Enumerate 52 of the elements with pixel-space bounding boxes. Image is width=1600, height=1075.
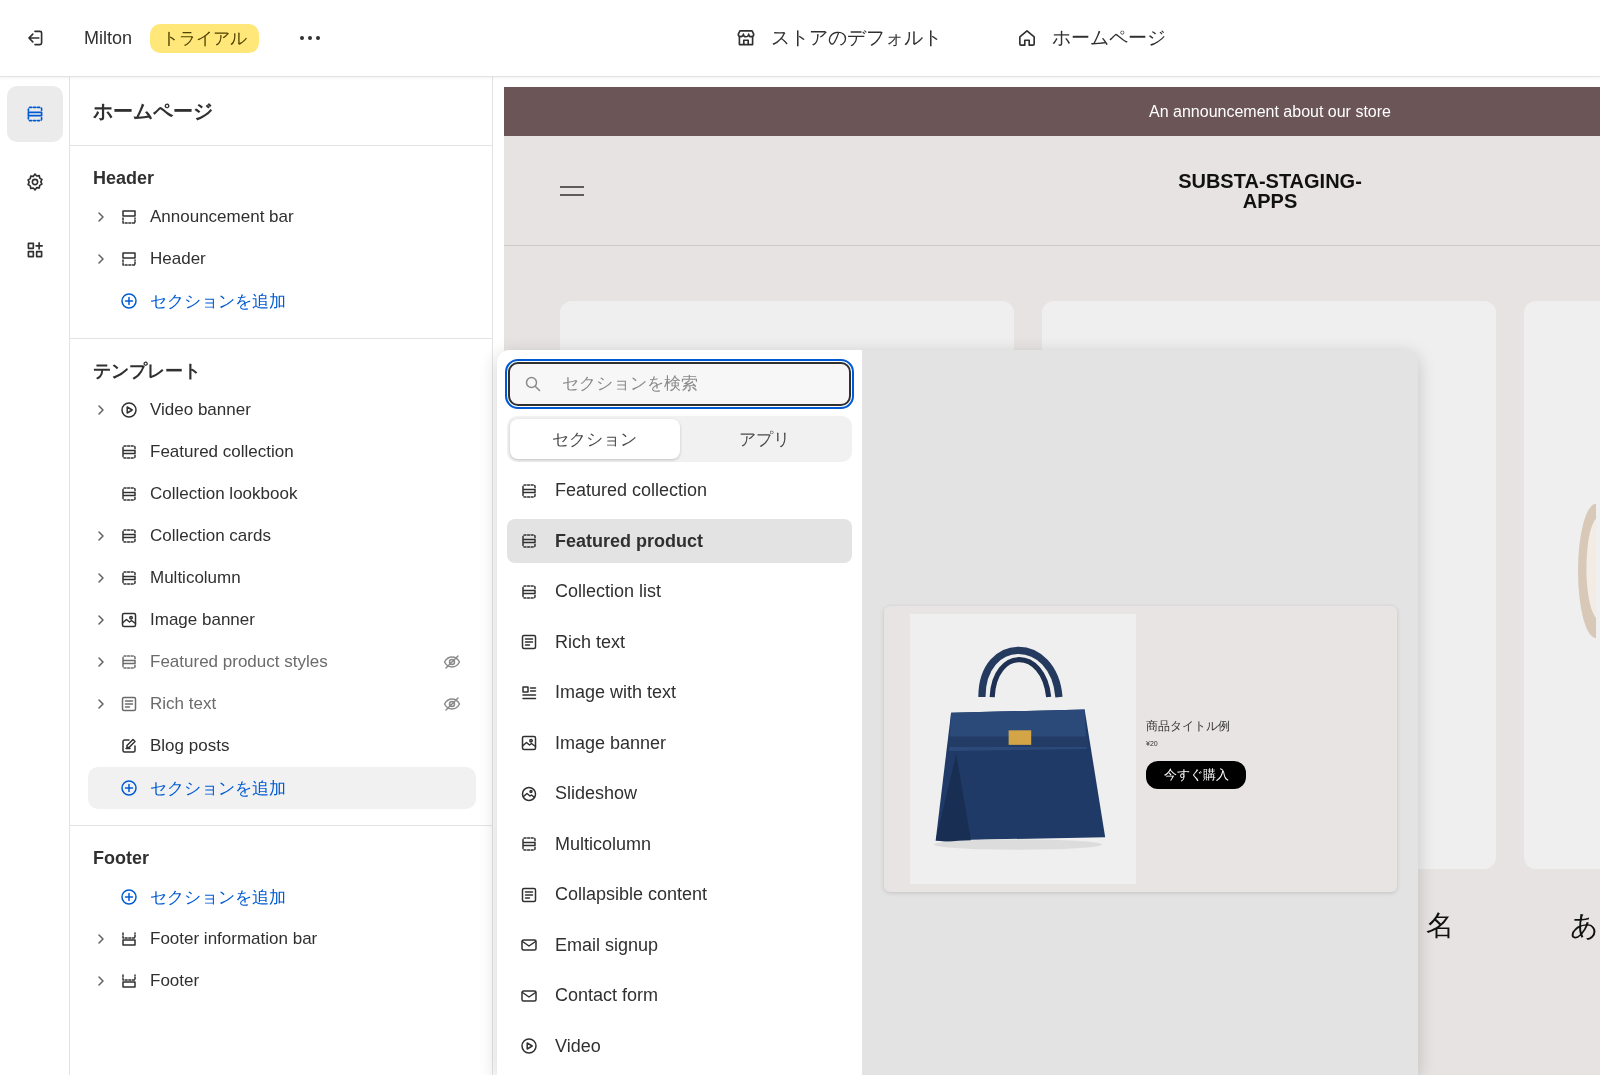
section-option[interactable]: Video: [507, 1024, 852, 1068]
section-item[interactable]: Featured product styles: [150, 652, 328, 672]
section-option[interactable]: Email signup: [507, 923, 852, 967]
section-option[interactable]: Image banner: [507, 721, 852, 765]
page-selector[interactable]: ホームページ: [1016, 25, 1166, 51]
section-option[interactable]: Multicolumn: [507, 822, 852, 866]
announcement-bar: An announcement about our store: [504, 87, 1600, 136]
section-option[interactable]: Image with text: [507, 670, 852, 715]
section-item[interactable]: Multicolumn: [150, 568, 241, 588]
buy-now-button[interactable]: 今すぐ購入: [1146, 761, 1246, 789]
section-option[interactable]: Rich text: [507, 620, 852, 664]
menu-icon[interactable]: [560, 185, 584, 196]
section-item[interactable]: Collection lookbook: [150, 484, 298, 504]
product-title: 商品タイトル例: [1146, 718, 1230, 735]
section-option[interactable]: Contact form: [507, 973, 852, 1018]
group-heading: テンプレート: [93, 360, 201, 383]
add-section-link[interactable]: セクションを追加: [88, 280, 476, 322]
section-item[interactable]: Header: [150, 249, 206, 269]
panel-title: ホームページ: [93, 98, 213, 124]
section-item[interactable]: Blog posts: [150, 736, 230, 756]
section-option[interactable]: Collapsible content: [507, 872, 852, 917]
section-item[interactable]: Image banner: [150, 610, 255, 630]
section-option[interactable]: Slideshow: [507, 771, 852, 816]
theme-selector[interactable]: ストアのデフォルト: [735, 25, 942, 51]
section-item[interactable]: Announcement bar: [150, 207, 294, 227]
section-item[interactable]: Collection cards: [150, 526, 271, 546]
store-name: Milton: [84, 27, 132, 49]
eye-slash-icon[interactable]: [442, 694, 462, 714]
eye-slash-icon[interactable]: [442, 652, 462, 672]
add-section-link[interactable]: セクションを追加: [88, 767, 476, 809]
section-option[interactable]: Featured collection: [507, 468, 852, 513]
section-option[interactable]: Featured product: [507, 519, 852, 563]
trial-badge: トライアル: [150, 23, 259, 53]
more-icon[interactable]: [299, 35, 321, 41]
section-item[interactable]: Rich text: [150, 694, 217, 714]
section-item[interactable]: Footer: [150, 971, 200, 991]
section-item[interactable]: Featured collection: [150, 442, 294, 462]
home-icon: [1016, 27, 1038, 49]
card-caption: 名: [1426, 909, 1454, 942]
search-field[interactable]: セクションを検索: [508, 362, 851, 406]
section-item[interactable]: Video banner: [150, 400, 251, 420]
tab[interactable]: アプリ: [679, 419, 849, 459]
card-caption: あ: [1570, 909, 1599, 942]
store-logo: SUBSTA-STAGING-APPS: [1177, 170, 1363, 211]
section-item[interactable]: Footer information bar: [150, 929, 318, 949]
sections-rail-button[interactable]: [6, 86, 63, 142]
section-option[interactable]: Collection list: [507, 569, 852, 614]
group-heading: Header: [93, 167, 155, 189]
search-icon: [523, 374, 543, 394]
group-heading: Footer: [93, 847, 149, 869]
tab[interactable]: セクション: [510, 419, 680, 459]
add-section-link[interactable]: セクションを追加: [88, 876, 476, 918]
